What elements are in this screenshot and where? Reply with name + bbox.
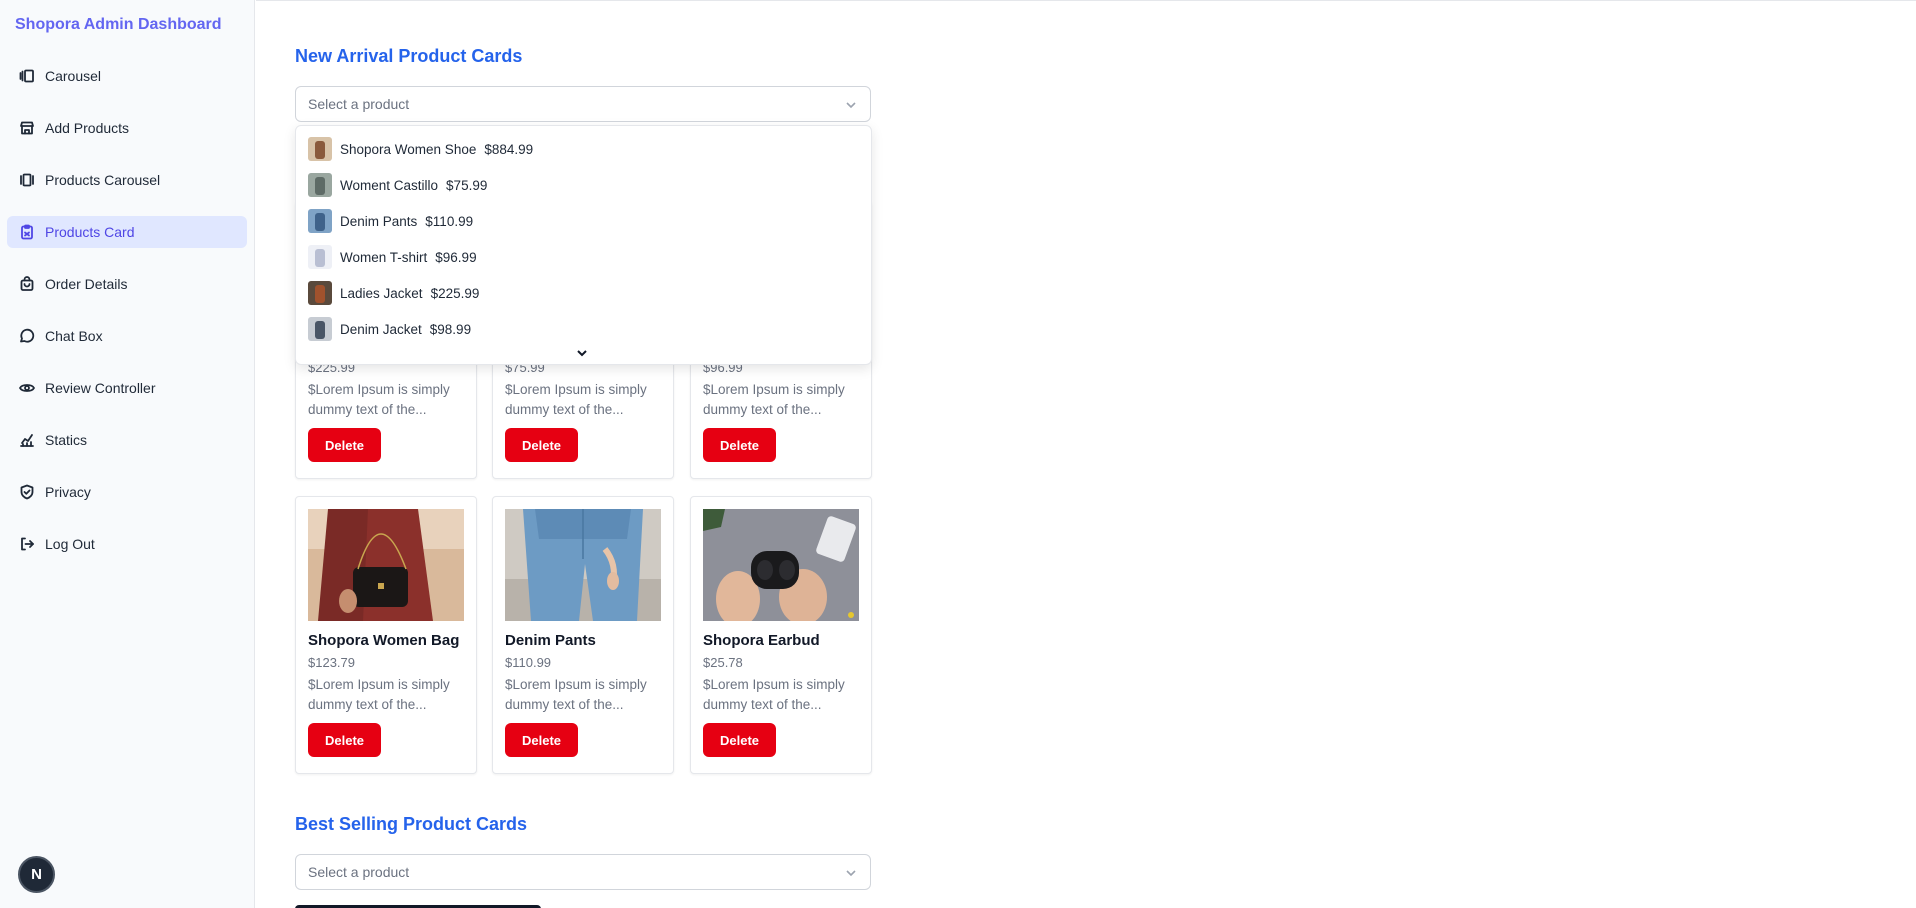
- product-image: [703, 509, 859, 621]
- sidebar-item-products-card[interactable]: Products Card: [7, 216, 247, 248]
- sidebar-item-label: Carousel: [45, 68, 102, 84]
- carousel-icon: [19, 68, 35, 84]
- option-price: $75.99: [446, 177, 488, 193]
- card-description: $Lorem Ipsum is simply dummy text of the…: [703, 677, 845, 712]
- delete-button[interactable]: Delete: [703, 428, 776, 462]
- select-placeholder: Select a product: [308, 864, 410, 880]
- sidebar-item-label: Statics: [45, 432, 88, 448]
- product-card: Denim Pants $110.99 $Lorem Ipsum is simp…: [492, 496, 674, 774]
- shield-icon: [19, 484, 35, 500]
- delete-button[interactable]: Delete: [505, 723, 578, 757]
- delete-button[interactable]: Delete: [308, 428, 381, 462]
- dropdown-option[interactable]: Denim Jacket $98.99: [308, 316, 471, 342]
- delete-button[interactable]: Delete: [703, 723, 776, 757]
- chart-icon: [19, 432, 35, 448]
- dropdown-option[interactable]: Woment Castillo $75.99: [308, 172, 487, 198]
- clipboard-icon: [19, 224, 35, 240]
- card-price: $110.99: [505, 655, 552, 670]
- sidebar-item-chat-box[interactable]: Chat Box: [7, 320, 247, 352]
- chat-icon: [19, 328, 35, 344]
- gallery-icon: [19, 172, 35, 188]
- product-thumbnail: [308, 137, 332, 161]
- option-price: $884.99: [484, 141, 534, 157]
- card-price: $25.78: [703, 655, 743, 670]
- sidebar-item-label: Products Card: [45, 224, 135, 240]
- chevron-down-icon: [844, 98, 858, 112]
- select-placeholder: Select a product: [308, 96, 410, 112]
- new-arrival-product-select[interactable]: Select a product: [295, 86, 871, 122]
- option-name: Denim Jacket: [340, 321, 422, 337]
- card-description: $Lorem Ipsum is simply dummy text of the…: [703, 382, 845, 417]
- new-arrival-title: New Arrival Product Cards: [295, 46, 523, 66]
- option-name: Women T-shirt: [340, 249, 428, 265]
- sidebar-item-order-details[interactable]: Order Details: [7, 268, 247, 300]
- sidebar-item-privacy[interactable]: Privacy: [7, 476, 247, 508]
- option-name: Shopora Women Shoe: [340, 141, 477, 157]
- sidebar-item-statics[interactable]: Statics: [7, 424, 247, 456]
- product-card: Shopora Earbud $25.78 $Lorem Ipsum is si…: [690, 496, 872, 774]
- product-thumbnail: [308, 245, 332, 269]
- sidebar-item-label: Review Controller: [45, 380, 156, 396]
- card-description: $Lorem Ipsum is simply dummy text of the…: [505, 677, 647, 712]
- sidebar-item-label: Chat Box: [45, 328, 103, 344]
- card-description: $Lorem Ipsum is simply dummy text of the…: [308, 382, 450, 417]
- card-description: $Lorem Ipsum is simply dummy text of the…: [505, 382, 647, 417]
- sidebar-item-label: Privacy: [45, 484, 91, 500]
- nextjs-badge[interactable]: N: [18, 856, 55, 893]
- card-description: $Lorem Ipsum is simply dummy text of the…: [308, 677, 450, 712]
- sidebar-item-add-products[interactable]: Add Products: [7, 112, 247, 144]
- product-dropdown-menu[interactable]: Shopora Women Shoe $884.99 Woment Castillo…: [295, 125, 872, 365]
- logout-icon: [19, 536, 35, 552]
- product-thumbnail: [308, 317, 332, 341]
- product-thumbnail: [308, 173, 332, 197]
- best-selling-product-select[interactable]: Select a product: [295, 854, 871, 890]
- product-thumbnail: [308, 281, 332, 305]
- sidebar-item-label: Products Carousel: [45, 172, 161, 188]
- sidebar: Shopora Admin Dashboard Carousel Add Pro…: [0, 0, 255, 908]
- option-price: $225.99: [430, 285, 480, 301]
- card-price: $123.79: [308, 655, 355, 670]
- sidebar-item-carousel[interactable]: Carousel: [7, 60, 247, 92]
- option-name: Ladies Jacket: [340, 285, 423, 301]
- dropdown-option[interactable]: Denim Pants $110.99: [308, 208, 473, 234]
- sidebar-item-review-controller[interactable]: Review Controller: [7, 372, 247, 404]
- app-root: Shopora Admin Dashboard Carousel Add Pro…: [0, 0, 1916, 908]
- option-price: $110.99: [425, 213, 474, 229]
- dropdown-option[interactable]: Women T-shirt $96.99: [308, 244, 477, 270]
- eye-icon: [19, 380, 35, 396]
- brand-title: Shopora Admin Dashboard: [15, 16, 222, 33]
- option-price: $96.99: [435, 249, 477, 265]
- sidebar-item-products-carousel[interactable]: Products Carousel: [7, 164, 247, 196]
- best-selling-title: Best Selling Product Cards: [295, 814, 528, 834]
- product-thumbnail: [308, 209, 332, 233]
- delete-button[interactable]: Delete: [308, 723, 381, 757]
- option-name: Woment Castillo: [340, 177, 439, 193]
- option-price: $98.99: [429, 321, 472, 337]
- sidebar-item-label: Add Products: [45, 120, 130, 136]
- scroll-down-chevron-icon[interactable]: [574, 346, 590, 360]
- product-image: [505, 509, 661, 621]
- sidebar-nav: Carousel Add Products Products Carousel …: [7, 60, 247, 580]
- sidebar-item-label: Log Out: [45, 536, 95, 552]
- dropdown-option[interactable]: Ladies Jacket $225.99: [308, 280, 479, 306]
- product-card: Shopora Women Bag $123.79 $Lorem Ipsum i…: [295, 496, 477, 774]
- shopping-bag-icon: [19, 276, 35, 292]
- sidebar-item-log-out[interactable]: Log Out: [7, 528, 247, 560]
- chevron-down-icon: [844, 866, 858, 880]
- card-name: Denim Pants: [505, 632, 596, 649]
- card-name: Shopora Earbud: [703, 632, 820, 649]
- option-name: Denim Pants: [340, 213, 418, 229]
- product-image: [308, 509, 464, 621]
- delete-button[interactable]: Delete: [505, 428, 578, 462]
- card-name: Shopora Women Bag: [308, 632, 460, 649]
- dropdown-option[interactable]: Shopora Women Shoe $884.99: [308, 136, 533, 162]
- store-icon: [19, 120, 35, 136]
- sidebar-item-label: Order Details: [45, 276, 128, 292]
